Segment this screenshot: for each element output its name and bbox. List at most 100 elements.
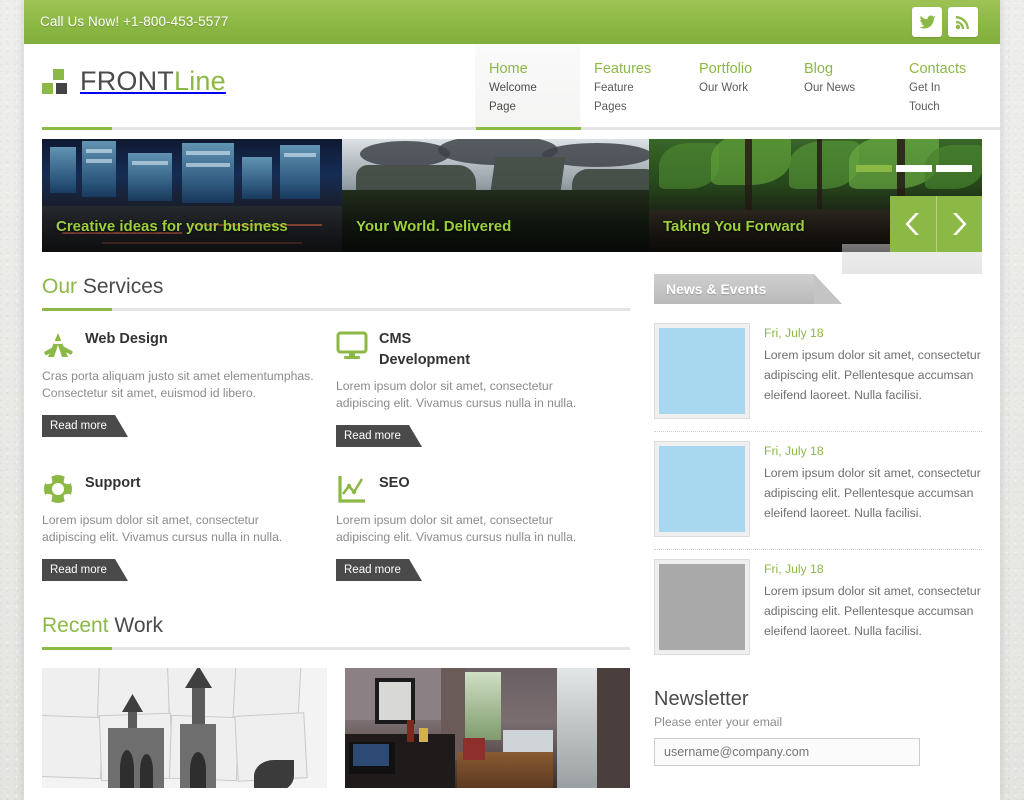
- page-root: Call Us Now! +1-800-453-5577 FRONTLine H…: [0, 0, 1024, 800]
- hotel-room-image: [345, 668, 630, 788]
- nav-sub-contacts: Get In Touch: [909, 82, 941, 113]
- news-header: News & Events: [654, 274, 842, 304]
- nav-item-contacts[interactable]: Contacts Get In Touch: [895, 44, 1000, 130]
- recent-work-title-green: Recent: [42, 614, 109, 637]
- news-text: Lorem ipsum dolor sit amet, consectetur …: [764, 348, 981, 402]
- top-bar: Call Us Now! +1-800-453-5577: [24, 0, 1000, 44]
- rss-link[interactable]: [948, 7, 978, 37]
- recent-work-divider: [42, 647, 630, 650]
- nav-sub-home: Welcome Page: [489, 82, 537, 113]
- services-title-dark: Services: [82, 275, 164, 298]
- slide-1-caption: Creative ideas for your business: [56, 218, 288, 235]
- work-thumb-hotel-room[interactable]: [345, 668, 630, 788]
- lifebuoy-icon: [44, 475, 72, 503]
- service-card-seo: SEO Lorem ipsum dolor sit amet, consecte…: [336, 473, 630, 581]
- right-column: News & Events Fri, July 18 Lorem ipsum d…: [654, 244, 982, 788]
- twitter-link[interactable]: [912, 7, 942, 37]
- avatar: [654, 323, 750, 419]
- chevron-right-icon: [953, 213, 967, 235]
- news-text: Lorem ipsum dolor sit amet, consectetur …: [764, 466, 981, 520]
- slider-arrows: [890, 196, 982, 252]
- phone-number: Call Us Now! +1-800-453-5577: [40, 14, 229, 29]
- services-divider: [42, 308, 630, 311]
- recent-work-title-dark: Work: [114, 614, 164, 637]
- nav-sub-features: Feature Pages: [594, 82, 634, 113]
- main-navigation: Home Welcome Page Features Feature Pages…: [475, 44, 1000, 130]
- service-name-web-design: Web Design: [85, 331, 168, 347]
- nav-label-home: Home: [489, 61, 528, 77]
- service-name-support: Support: [85, 475, 141, 491]
- design-tools-icon: [44, 333, 73, 357]
- services-title-green: Our: [42, 275, 78, 298]
- slider-next-button[interactable]: [935, 196, 983, 252]
- nav-item-home[interactable]: Home Welcome Page: [475, 44, 580, 130]
- nav-sub-portfolio: Our Work: [699, 82, 748, 94]
- social-links: [912, 7, 978, 37]
- service-desc-seo: Lorem ipsum dolor sit amet, consectetur …: [336, 513, 577, 544]
- news-date: Fri, July 18: [764, 444, 824, 458]
- twitter-icon: [918, 15, 936, 28]
- news-item[interactable]: Fri, July 18 Lorem ipsum dolor sit amet,…: [654, 432, 982, 550]
- slide-2-caption: Your World. Delivered: [356, 218, 512, 235]
- service-desc-web-design: Cras porta aliquam justo sit amet elemen…: [42, 369, 314, 400]
- slider-dot-1[interactable]: [856, 165, 892, 172]
- service-desc-support: Lorem ipsum dolor sit amet, consectetur …: [42, 513, 283, 544]
- work-thumb-church[interactable]: [42, 668, 327, 788]
- slider-dot-3[interactable]: [936, 165, 972, 172]
- service-name-cms-development: CMS Development: [379, 331, 471, 368]
- recent-work-title: Recent Work: [42, 613, 630, 639]
- newsletter-subtitle: Please enter your email: [654, 715, 783, 729]
- news-list: Fri, July 18 Lorem ipsum dolor sit amet,…: [654, 314, 982, 667]
- newsletter-email-input[interactable]: [654, 738, 920, 766]
- service-card-cms-development: CMS Development Lorem ipsum dolor sit am…: [336, 329, 630, 447]
- service-card-support: Support Lorem ipsum dolor sit amet, cons…: [42, 473, 336, 581]
- services-title: Our Services: [42, 274, 630, 300]
- avatar: [654, 559, 750, 655]
- slide-1[interactable]: Creative ideas for your business: [42, 139, 342, 252]
- site-container: Call Us Now! +1-800-453-5577 FRONTLine H…: [24, 0, 1000, 800]
- chart-icon: [338, 476, 365, 503]
- news-date: Fri, July 18: [764, 326, 824, 340]
- read-more-support[interactable]: Read more: [42, 559, 128, 581]
- slider-pagination[interactable]: [856, 165, 972, 172]
- slider-dot-2[interactable]: [896, 165, 932, 172]
- avatar: [654, 441, 750, 537]
- nav-label-contacts: Contacts: [909, 61, 967, 77]
- nav-label-portfolio: Portfolio: [699, 61, 753, 77]
- site-header: FRONTLine Home Welcome Page Features Fea…: [24, 44, 1000, 130]
- nav-item-blog[interactable]: Blog Our News: [790, 44, 895, 130]
- main-content: Our Services Web Design Cras porta aliqu…: [24, 244, 1000, 788]
- news-item[interactable]: Fri, July 18 Lorem ipsum dolor sit amet,…: [654, 314, 982, 432]
- nav-active-indicator: [476, 127, 581, 130]
- church-collage-image: [42, 668, 327, 788]
- services-grid: Web Design Cras porta aliquam justo sit …: [42, 329, 630, 607]
- read-more-cms-development[interactable]: Read more: [336, 425, 422, 447]
- news-item[interactable]: Fri, July 18 Lorem ipsum dolor sit amet,…: [654, 550, 982, 667]
- rss-icon: [955, 16, 969, 30]
- service-desc-cms-development: Lorem ipsum dolor sit amet, consectetur …: [336, 379, 577, 410]
- read-more-web-design[interactable]: Read more: [42, 415, 128, 437]
- hero-slider[interactable]: Creative ideas for your business Your Wo…: [42, 139, 982, 252]
- logo-mark-icon: [42, 68, 70, 95]
- logo-text-front: FRONT: [80, 66, 174, 96]
- service-card-web-design: Web Design Cras porta aliquam justo sit …: [42, 329, 336, 447]
- nav-label-features: Features: [594, 61, 652, 77]
- newsletter-title: Newsletter: [654, 688, 749, 710]
- monitor-icon: [336, 331, 368, 359]
- chevron-left-icon: [905, 213, 919, 235]
- news-text: Lorem ipsum dolor sit amet, consectetur …: [764, 584, 981, 638]
- service-name-seo: SEO: [379, 475, 410, 491]
- nav-item-features[interactable]: Features Feature Pages: [580, 44, 685, 130]
- slider-track: Creative ideas for your business Your Wo…: [42, 139, 982, 252]
- nav-label-blog: Blog: [804, 61, 834, 77]
- nav-item-portfolio[interactable]: Portfolio Our Work: [685, 44, 790, 130]
- slide-2[interactable]: Your World. Delivered: [342, 139, 649, 252]
- read-more-seo[interactable]: Read more: [336, 559, 422, 581]
- site-logo[interactable]: FRONTLine: [42, 66, 226, 97]
- nav-sub-blog: Our News: [804, 82, 856, 94]
- newsletter-section: Newsletter Please enter your email: [654, 685, 982, 766]
- slider-prev-button[interactable]: [890, 196, 936, 252]
- logo-text: FRONTLine: [80, 66, 226, 97]
- news-date: Fri, July 18: [764, 562, 824, 576]
- recent-work-thumbnails: [42, 668, 630, 788]
